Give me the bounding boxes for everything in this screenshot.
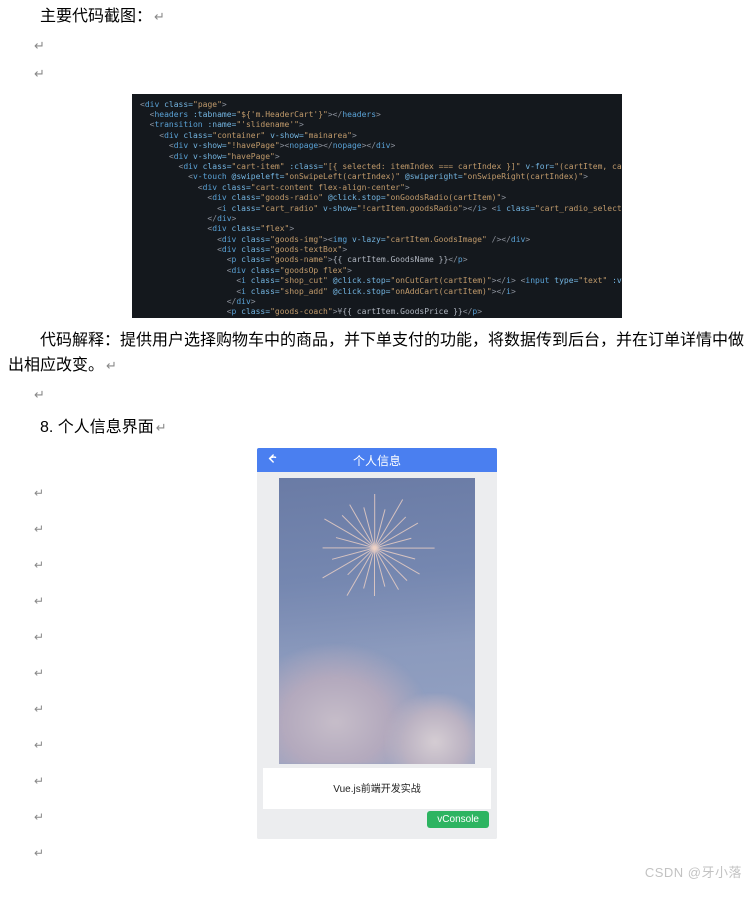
left-return-markers: ↵ ↵ ↵ ↵ ↵ ↵ ↵ ↵ ↵ ↵ ↵ — [34, 486, 44, 882]
phone-caption: Vue.js前端开发实战 — [263, 768, 491, 809]
return-mark: ↵ — [106, 358, 117, 373]
blank-line: ↵ — [8, 38, 746, 60]
blank-line: ↵ — [8, 66, 746, 88]
code-screenshot-image: <div class="page"> <headers :tabname="${… — [132, 94, 622, 318]
csdn-watermark: CSDN @牙小落 — [645, 862, 742, 881]
section-8-heading: 8. 个人信息界面↵ — [8, 415, 746, 441]
phone-title: 个人信息 — [257, 452, 497, 469]
phone-screenshot: 个人信息 Vue.js前端开发实战 vConsole — [257, 448, 497, 839]
code-explanation: 代码解释：提供用户选择购物车中的商品，并下单支付的功能，将数据传到后台，并在订单… — [8, 328, 746, 379]
phone-header: 个人信息 — [257, 448, 497, 472]
return-mark: ↵ — [154, 9, 165, 24]
phone-footer: vConsole — [257, 809, 497, 839]
phone-photo — [279, 478, 475, 764]
back-icon[interactable] — [265, 452, 279, 469]
vconsole-button[interactable]: vConsole — [427, 811, 489, 828]
return-mark: ↵ — [156, 420, 167, 435]
blank-line: ↵ — [8, 387, 746, 409]
heading-code-screenshot: 主要代码截图：↵ — [8, 4, 746, 30]
